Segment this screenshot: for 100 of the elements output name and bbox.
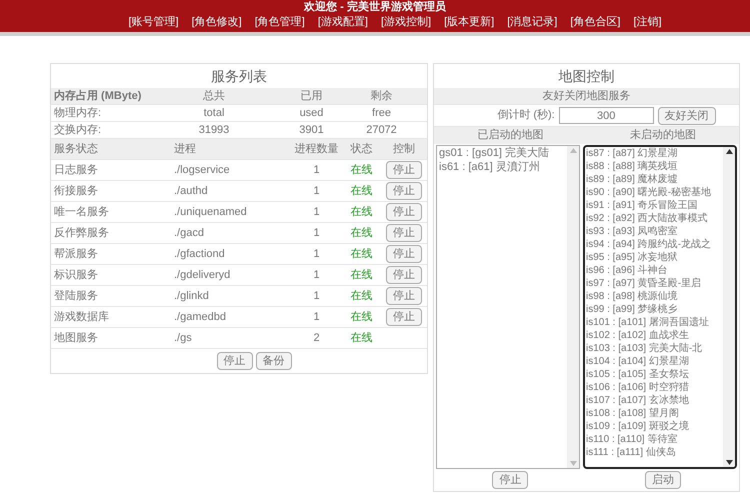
list-item: is99 : [a99] 梦缘桃乡 <box>586 303 679 316</box>
table-cell-text: 1 <box>312 184 321 199</box>
table-cell-text: ./gfactiond <box>174 246 226 262</box>
table-cell-text: ./gamedbd <box>174 310 227 325</box>
table-cell-text: 1 <box>312 288 321 304</box>
list-item: is101 : [a101] 屠洞吾国遗址 <box>586 316 710 329</box>
column-header: 服务状态 <box>54 142 99 157</box>
table-cell-text: 3901 <box>298 123 325 138</box>
stop-button[interactable]: 停止 <box>492 471 528 489</box>
status-text: 在线 <box>350 310 374 325</box>
list-item: is110 : [a110] 等待室 <box>586 433 678 446</box>
table-cell-text: 1 <box>312 162 321 178</box>
table-cell-text: ./uniquenamed <box>174 204 248 220</box>
field-label: 倒计时 (秒): <box>497 108 555 124</box>
status-text: 在线 <box>350 226 374 241</box>
list-item: is102 : [a102] 血战求生 <box>586 329 690 342</box>
nav-link[interactable]: [注销] <box>633 15 662 29</box>
table-cell-text: 登陆服务 <box>54 288 99 304</box>
table-cell-text: 游戏数据库 <box>54 310 110 325</box>
table-cell-text: 日志服务 <box>54 162 99 178</box>
column-header: 未启动的地图 <box>628 128 697 144</box>
column-header: 进程 <box>174 142 197 157</box>
header-title: 欢迎您 - 完美世界游戏管理员 <box>304 0 446 15</box>
scrollbar[interactable] <box>723 147 735 467</box>
nav-link[interactable]: [游戏控制] <box>380 15 432 29</box>
table-cell-text: 反作弊服务 <box>54 226 110 241</box>
list-item: is109 : [a109] 斑驳之境 <box>586 420 690 433</box>
table-cell-text: 地图服务 <box>54 330 99 346</box>
table-cell-text: 帮派服务 <box>54 246 99 262</box>
table-cell-text: ./gacd <box>174 226 205 241</box>
table-cell-text: 1 <box>312 204 321 220</box>
panel-title: 服务列表 <box>211 66 267 86</box>
column-header: 控制 <box>392 142 416 157</box>
list-item: is107 : [a107] 玄冰禁地 <box>586 394 690 407</box>
table-cell-text: ./glinkd <box>174 288 210 304</box>
down-arrow-icon[interactable] <box>726 460 732 465</box>
stop-button[interactable]: 停止 <box>386 224 422 242</box>
list-item: is103 : [a103] 完美大陆-北 <box>586 342 704 355</box>
stop-button[interactable]: 停止 <box>386 161 422 179</box>
column-header: 总共 <box>202 89 226 104</box>
table-cell-text: 交换内存: <box>54 122 102 138</box>
table-cell-text: 31993 <box>198 123 230 138</box>
panel-title: 地图控制 <box>558 66 614 86</box>
stop-button[interactable]: 停止 <box>386 287 422 305</box>
list-item: is93 : [a93] 凤鸣密室 <box>586 225 679 238</box>
table-cell-text: free <box>371 106 392 121</box>
footer-button[interactable]: 停止 <box>216 352 252 370</box>
list-item: is108 : [a108] 望月阁 <box>586 407 680 420</box>
stop-button[interactable]: 停止 <box>386 308 422 326</box>
nav-link[interactable]: [角色合区] <box>570 15 620 29</box>
nav-link[interactable]: [角色修改] <box>192 15 242 29</box>
nav-link[interactable]: [角色管理] <box>254 15 305 29</box>
list-item: is106 : [a106] 时空狩猎 <box>586 381 690 394</box>
status-text: 在线 <box>350 184 374 199</box>
column-header: 已启动的地图 <box>476 128 544 144</box>
stop-button[interactable]: 停止 <box>386 182 422 200</box>
table-cell-text: 唯一名服务 <box>54 204 110 220</box>
status-text: 在线 <box>350 268 374 283</box>
list-item: is61 : [a61] 灵濆汀州 <box>439 160 541 174</box>
list-item: is88 : [a88] 璃英残垣 <box>586 160 679 173</box>
table-cell-text: ./gs <box>174 330 193 346</box>
list-item: is111 : [a111] 仙侠岛 <box>586 446 677 459</box>
up-arrow-icon[interactable] <box>726 149 732 154</box>
friendly-close-button[interactable]: 友好关闭 <box>658 106 716 124</box>
table-cell-text: total <box>202 106 226 121</box>
table-cell-text: 2 <box>312 330 321 346</box>
countdown-input[interactable]: 300 <box>558 107 654 124</box>
table-cell-text: 1 <box>312 310 321 325</box>
footer-button[interactable]: 备份 <box>256 352 292 370</box>
status-text: 在线 <box>350 330 374 346</box>
list-item: gs01 : [gs01] 完美大陆 <box>439 147 550 160</box>
list-item: is89 : [a89] 魔林废墟 <box>586 173 679 186</box>
nav-link[interactable]: [账号管理] <box>128 15 179 29</box>
column-header: 状态 <box>350 142 374 157</box>
started-map-list[interactable]: gs01 : [gs01] 完美大陆 is61 : [a61] 灵濆汀州 <box>436 145 580 469</box>
nav-link[interactable]: [游戏配置] <box>318 15 368 29</box>
start-button[interactable]: 启动 <box>644 471 681 489</box>
table-cell-text: 标识服务 <box>54 268 99 283</box>
table-cell-text: 1 <box>312 246 321 262</box>
nav-link[interactable]: [消息记录] <box>507 15 558 29</box>
list-item: is92 : [a92] 西大陆故事模式 <box>586 212 709 225</box>
section-heading: 友好关闭地图服务 <box>542 88 630 104</box>
column-header: 已用 <box>300 89 324 104</box>
list-item: is105 : [a105] 圣女祭坛 <box>586 368 690 381</box>
table-cell-text: 1 <box>312 268 321 283</box>
stop-button[interactable]: 停止 <box>386 203 422 221</box>
column-header: 内存占用 (MByte) <box>54 88 142 104</box>
list-item: is104 : [a104] 幻景星湖 <box>586 355 690 368</box>
list-item: is97 : [a97] 黄昏圣殿-里启 <box>586 277 702 290</box>
table-cell-text: 衔接服务 <box>54 184 99 199</box>
nav-link[interactable]: [版本更新] <box>444 15 494 29</box>
list-item: is95 : [a95] 冰妄地狱 <box>586 251 679 264</box>
status-text: 在线 <box>350 162 374 178</box>
column-header: 剩余 <box>370 89 394 104</box>
table-cell-text: ./authd <box>174 184 209 199</box>
stopped-map-list[interactable] <box>583 145 737 469</box>
table-cell-text: ./logservice <box>174 162 231 178</box>
stop-button[interactable]: 停止 <box>386 245 422 263</box>
stop-button[interactable]: 停止 <box>386 266 422 284</box>
table-cell-text: 1 <box>312 226 321 241</box>
